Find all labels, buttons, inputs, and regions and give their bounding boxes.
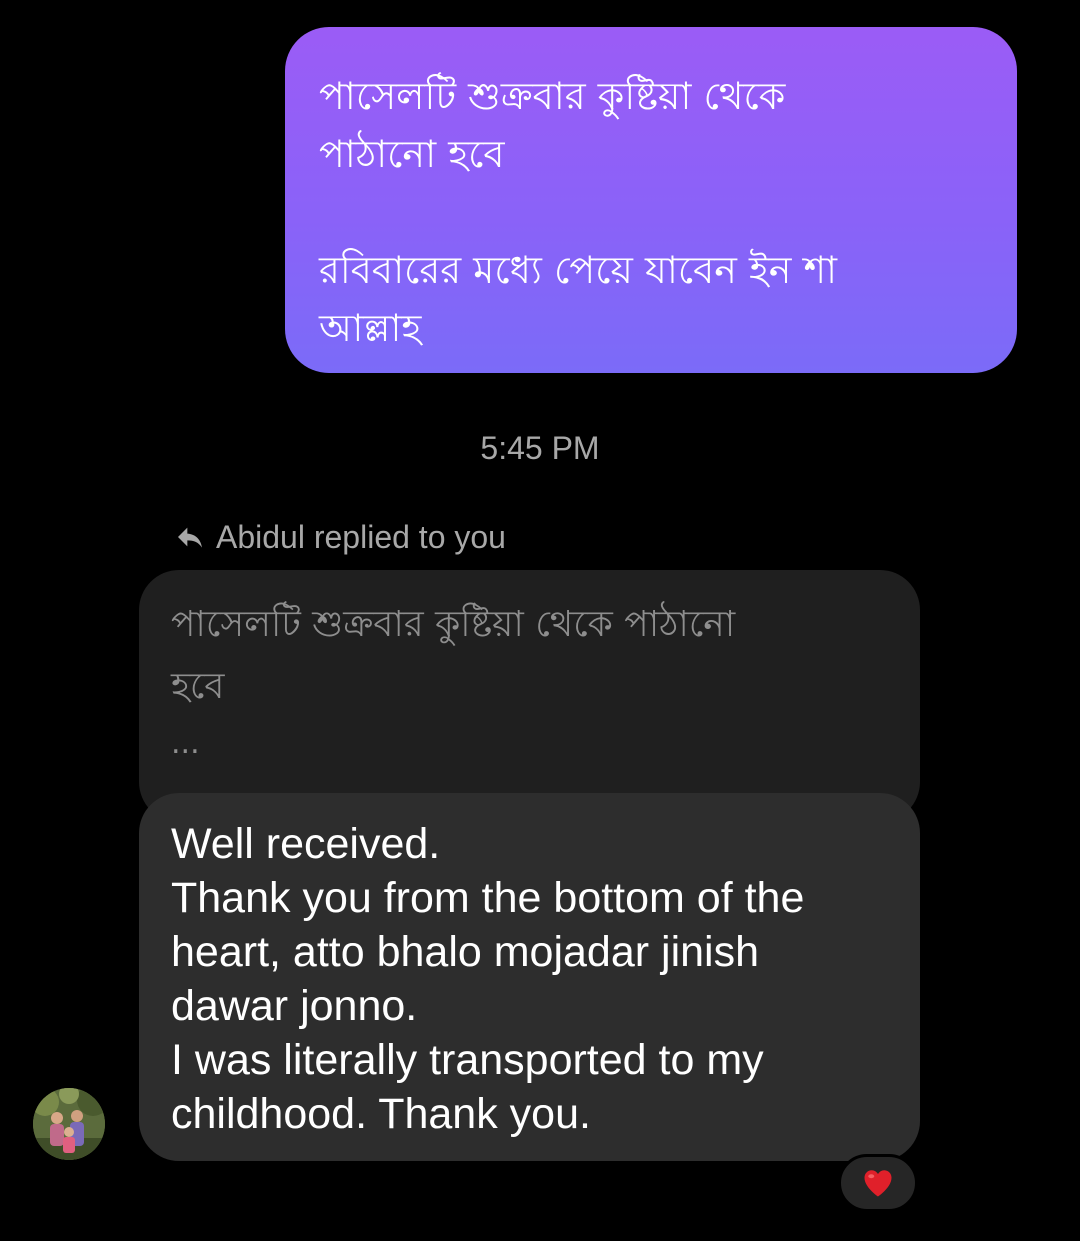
received-message-line: Thank you from the bottom of the <box>171 874 805 922</box>
heart-reaction[interactable] <box>838 1154 918 1212</box>
reply-header-text: Abidul replied to you <box>216 518 506 555</box>
sent-message-line: আল্লাহ <box>319 306 422 350</box>
red-heart-icon <box>860 1165 896 1201</box>
sent-message-bubble[interactable]: পাসেলটি শুক্রবার কুষ্টিয়া থেকে পাঠানো হ… <box>285 27 1017 373</box>
quoted-message-line: পাসেলটি শুক্রবার কুষ্টিয়া থেকে পাঠানো <box>171 604 736 645</box>
received-message-line: I was literally transported to my <box>171 1036 764 1084</box>
received-message-line: dawar jonno. <box>171 982 418 1030</box>
received-message-line: heart, atto bhalo mojadar jinish <box>171 928 760 976</box>
message-timestamp: 5:45 PM <box>480 430 600 466</box>
received-message-line: Well received. <box>171 820 441 868</box>
sent-message-line: পাসেলটি শুক্রবার কুষ্টিয়া থেকে <box>319 74 786 118</box>
quoted-message-ellipsis: ... <box>171 726 200 761</box>
sent-message-line: রবিবারের মধ্যে পেয়ে যাবেন ইন শা <box>319 248 838 292</box>
reply-header: Abidul replied to you <box>174 515 506 559</box>
sent-message-line: পাঠানো হবে <box>319 132 505 176</box>
sender-avatar[interactable] <box>33 1088 105 1160</box>
reply-arrow-icon <box>174 521 206 553</box>
received-message-bubble[interactable]: Well received. Thank you from the bottom… <box>139 793 920 1161</box>
received-message-line: childhood. Thank you. <box>171 1090 591 1138</box>
quoted-message-line: হবে <box>171 666 225 707</box>
quoted-message-bubble[interactable]: পাসেলটি শুক্রবার কুষ্টিয়া থেকে পাঠানো হ… <box>139 570 920 822</box>
